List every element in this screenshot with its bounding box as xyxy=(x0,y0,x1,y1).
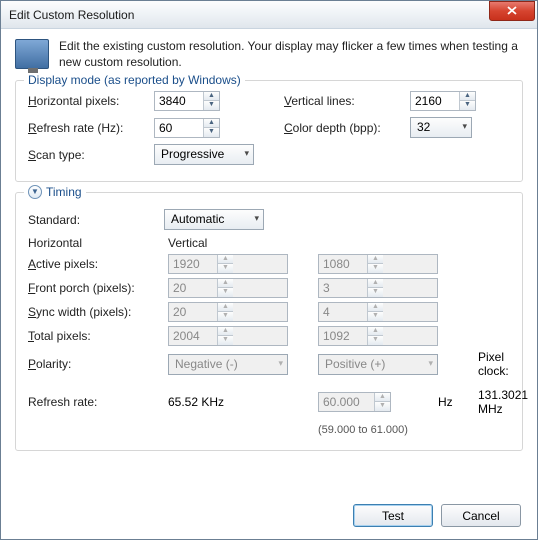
colordepth-select[interactable]: 32 xyxy=(410,117,472,138)
col-horizontal-header: Horizontal xyxy=(28,236,168,250)
scantype-select[interactable]: Progressive xyxy=(154,144,254,165)
vlines-spinner[interactable]: ▲▼ xyxy=(410,91,476,111)
spin-down-icon[interactable]: ▼ xyxy=(204,101,219,110)
spin-down-icon[interactable]: ▼ xyxy=(460,101,475,110)
timing-label-text: Timing xyxy=(46,185,82,199)
sync-h-spinner: ▲▼ xyxy=(168,302,288,322)
refresh-h-value: 65.52 KHz xyxy=(168,389,288,409)
col-vertical-header: Vertical xyxy=(168,236,288,250)
total-v-spinner: ▲▼ xyxy=(318,326,438,346)
front-v-spinner: ▲▼ xyxy=(318,278,438,298)
standard-select[interactable]: Automatic xyxy=(164,209,264,230)
hpixels-spinner[interactable]: ▲▼ xyxy=(154,91,220,111)
total-h-spinner: ▲▼ xyxy=(168,326,288,346)
spin-up-icon[interactable]: ▲ xyxy=(204,92,219,101)
colordepth-label: Color depth (bpp): xyxy=(284,121,404,135)
active-pixels-label: Active pixels: xyxy=(28,257,158,271)
intro-row: Edit the existing custom resolution. You… xyxy=(15,39,523,70)
monitor-icon xyxy=(15,39,49,69)
timing-group: ▼ Timing Standard: Automatic Horizontal … xyxy=(15,192,523,451)
front-porch-label: Front porch (pixels): xyxy=(28,281,158,295)
spin-up-icon[interactable]: ▲ xyxy=(204,119,219,128)
sync-v-spinner: ▲▼ xyxy=(318,302,438,322)
pixelclock-value: 131.3021 MHz xyxy=(478,382,528,416)
dialog-footer: Test Cancel xyxy=(353,504,521,527)
spin-down-icon[interactable]: ▼ xyxy=(204,128,219,137)
window-title: Edit Custom Resolution xyxy=(9,8,489,22)
titlebar: Edit Custom Resolution xyxy=(1,1,537,29)
timing-refresh-label: Refresh rate: xyxy=(28,389,158,409)
vlines-input[interactable] xyxy=(411,92,459,110)
refresh-input[interactable] xyxy=(155,119,203,137)
vlines-label: Vertical lines: xyxy=(284,94,404,108)
active-h-spinner: ▲▼ xyxy=(168,254,288,274)
close-button[interactable] xyxy=(489,1,535,21)
front-h-spinner: ▲▼ xyxy=(168,278,288,298)
refresh-label: Refresh rate (Hz): xyxy=(28,121,148,135)
hpixels-label: Horizontal pixels: xyxy=(28,94,148,108)
scantype-label: Scan type: xyxy=(28,148,148,162)
intro-text: Edit the existing custom resolution. You… xyxy=(59,39,523,70)
sync-width-label: Sync width (pixels): xyxy=(28,305,158,319)
cancel-button[interactable]: Cancel xyxy=(441,504,521,527)
spin-up-icon[interactable]: ▲ xyxy=(460,92,475,101)
refresh-range: (59.000 to 61.000) xyxy=(318,420,438,436)
pixelclock-label: Pixel clock: xyxy=(478,350,528,378)
polarity-h-select: Negative (-) xyxy=(168,354,288,375)
timing-group-label: ▼ Timing xyxy=(24,185,86,199)
total-pixels-label: Total pixels: xyxy=(28,329,158,343)
standard-label: Standard: xyxy=(28,213,158,227)
polarity-label: Polarity: xyxy=(28,357,158,371)
active-v-spinner: ▲▼ xyxy=(318,254,438,274)
chevron-down-icon[interactable]: ▼ xyxy=(28,185,42,199)
display-mode-group-label: Display mode (as reported by Windows) xyxy=(24,73,245,87)
display-mode-group: Display mode (as reported by Windows) Ho… xyxy=(15,80,523,182)
hpixels-input[interactable] xyxy=(155,92,203,110)
test-button[interactable]: Test xyxy=(353,504,433,527)
polarity-v-select: Positive (+) xyxy=(318,354,438,375)
close-icon xyxy=(507,6,517,15)
dialog-window: Edit Custom Resolution Edit the existing… xyxy=(0,0,538,540)
refresh-spinner[interactable]: ▲▼ xyxy=(154,118,220,138)
hz-label: Hz xyxy=(438,389,478,409)
refresh-v-spinner: ▲▼ xyxy=(318,392,391,412)
